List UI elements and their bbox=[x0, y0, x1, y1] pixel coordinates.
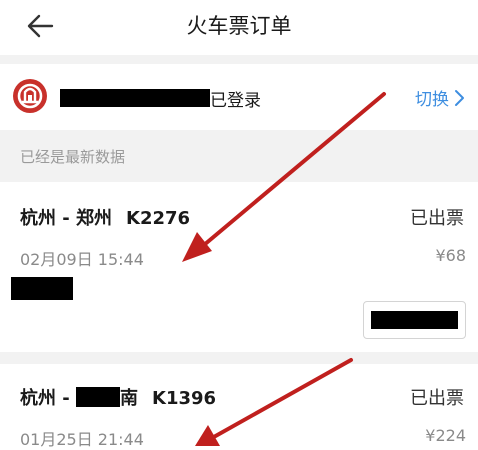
divider bbox=[0, 352, 478, 364]
refresh-hint-text: 已经是最新数据 bbox=[20, 148, 126, 166]
order-price: ¥224 bbox=[425, 426, 466, 445]
order-card[interactable]: 杭州 - 郑州 K2276 已出票 02月09日 15:44 ¥68 bbox=[0, 182, 478, 352]
order-time: 01月25日 21:44 bbox=[20, 430, 144, 449]
redacted-account-name bbox=[60, 89, 210, 107]
order-time: 02月09日 15:44 bbox=[20, 250, 144, 269]
order-price: ¥68 bbox=[435, 246, 466, 265]
order-card[interactable]: 杭州 - 南 K1396 已出票 01月25日 21:44 ¥224 bbox=[0, 364, 478, 450]
train-number: K2276 bbox=[126, 208, 191, 229]
account-row: 已登录 切换 bbox=[0, 64, 478, 128]
divider bbox=[0, 55, 478, 64]
train-number: K1396 bbox=[152, 388, 217, 409]
railway-logo-icon bbox=[13, 79, 47, 113]
chevron-right-icon bbox=[455, 89, 464, 106]
redacted-passenger bbox=[11, 277, 73, 300]
order-route: 杭州 - 南 K1396 bbox=[20, 384, 216, 410]
page-title: 火车票订单 bbox=[186, 14, 292, 38]
order-status: 已出票 bbox=[410, 388, 464, 409]
order-route: 杭州 - 郑州 K2276 bbox=[20, 204, 190, 230]
route-stations: 杭州 - bbox=[20, 388, 77, 409]
redacted-button-label bbox=[371, 311, 458, 329]
login-status: 已登录 bbox=[210, 91, 261, 111]
switch-account-button[interactable]: 切换 bbox=[415, 85, 466, 110]
route-station-suffix: 南 bbox=[120, 388, 139, 409]
order-status: 已出票 bbox=[410, 208, 464, 229]
redacted-station bbox=[76, 387, 121, 407]
top-nav: 火车票订单 bbox=[0, 0, 478, 54]
order-action-button[interactable] bbox=[363, 301, 466, 339]
route-stations: 杭州 - 郑州 bbox=[20, 208, 113, 229]
switch-label: 切换 bbox=[415, 90, 449, 110]
refresh-hint-bar: 已经是最新数据 bbox=[0, 130, 478, 182]
